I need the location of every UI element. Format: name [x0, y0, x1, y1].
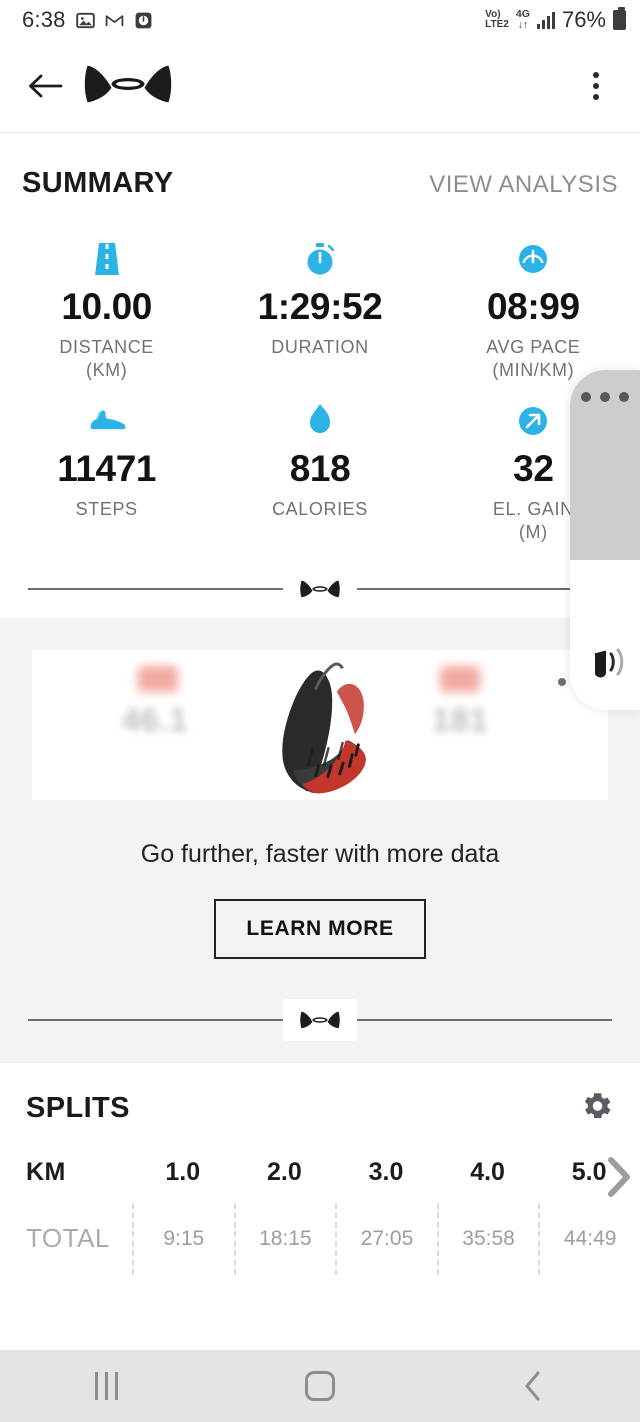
clock-icon: [134, 11, 153, 30]
speedometer-icon: [516, 240, 550, 278]
chevron-right-icon[interactable]: [602, 1154, 636, 1205]
splits-row-header: TOTAL: [26, 1223, 110, 1254]
section-divider-top: [0, 560, 640, 618]
splits-row-header: KM: [26, 1157, 66, 1186]
metric-label: EL. GAIN (M): [492, 498, 574, 542]
running-shoe-image: [206, 650, 433, 800]
metric-value: 08:99: [487, 286, 580, 327]
blurred-logo-left: [138, 665, 178, 692]
splits-total-row: TOTAL 9:15 18:15 27:05 35:58 44:49: [0, 1202, 640, 1275]
edge-panel-body[interactable]: [570, 560, 640, 710]
drag-dots-icon: [581, 392, 629, 402]
divider-line-left: [28, 1018, 283, 1021]
metric-value: 11471: [57, 447, 157, 489]
recents-icon[interactable]: [62, 1350, 152, 1422]
metric-value: 818: [289, 447, 351, 489]
metric-value: 10.00: [61, 286, 152, 327]
metric-steps: 11471 STEPS: [0, 388, 213, 550]
metric-label: AVG PACE (MIN/KM): [486, 336, 581, 380]
blurred-caption-left: [104, 742, 126, 757]
app-bar: [0, 40, 640, 133]
learn-more-button[interactable]: LEARN MORE: [214, 898, 426, 959]
edge-panel[interactable]: [570, 370, 640, 710]
gmail-icon: [105, 11, 124, 30]
metric-calories: 818 CALORIES: [213, 388, 426, 550]
network-type-icon: 4G ↓↑: [515, 8, 530, 31]
back-icon[interactable]: [488, 1350, 578, 1422]
metric-label: DISTANCE (KM): [59, 336, 154, 380]
battery-percent: 76%: [561, 7, 606, 32]
home-icon[interactable]: [275, 1350, 365, 1422]
splits-header: SPLITS: [0, 1089, 640, 1128]
back-arrow-icon[interactable]: [22, 63, 68, 109]
promo-media: 46.1 181: [32, 649, 608, 800]
splits-section: SPLITS KM 1.0 2.0 3.0 4.0 5.0 TOTAL 9:15…: [0, 1062, 640, 1275]
metric-avg-pace: 08:99 AVG PACE (MIN/KM): [427, 226, 640, 388]
divider-line-left: [28, 587, 283, 590]
under-armour-logo: [82, 60, 174, 113]
blurred-stat-right: 181: [432, 701, 489, 738]
metric-value: 1:29:52: [257, 286, 383, 327]
split-km-cell: 2.0: [267, 1157, 302, 1186]
metric-label: DURATION: [271, 336, 369, 357]
road-icon: [90, 240, 124, 278]
metric-duration: 1:29:52 DURATION: [213, 226, 426, 388]
divider-line-right: [357, 1018, 612, 1021]
split-km-cell: 1.0: [165, 1157, 201, 1186]
promo-headline: Go further, faster with more data: [140, 839, 500, 868]
battery-icon: [613, 7, 626, 30]
splits-table[interactable]: KM 1.0 2.0 3.0 4.0 5.0 TOTAL 9:15 18:15 …: [0, 1156, 640, 1275]
blurred-stat-left: 46.1: [122, 701, 189, 738]
under-armour-logo: [283, 578, 357, 600]
metric-label: STEPS: [75, 498, 138, 519]
status-bar-right: Vo) LTE2 4G ↓↑ 76%: [485, 7, 626, 33]
split-km-cell: 3.0: [368, 1157, 404, 1186]
gear-icon[interactable]: [580, 1089, 614, 1128]
shoe-icon: [87, 402, 127, 440]
metrics-row-2: 11471 STEPS 818 CALORIES 32 EL. GAIN (M): [0, 388, 640, 550]
page-title: SUMMARY: [22, 167, 174, 199]
split-total-cell: 35:58: [436, 1202, 539, 1275]
view-analysis-link[interactable]: VIEW ANALYSIS: [429, 171, 618, 199]
section-divider-bottom: [0, 984, 640, 1063]
metrics-grid: 10.00 DISTANCE (KM) 1:29:52 DURATION 08:…: [0, 200, 640, 560]
photos-icon: [75, 11, 95, 30]
volte-icon: Vo) LTE2: [485, 8, 509, 30]
music-note-icon[interactable]: [582, 643, 628, 688]
split-km-cell: 4.0: [470, 1157, 505, 1186]
system-nav-bar: [0, 1350, 640, 1422]
split-total-cell: 27:05: [335, 1202, 437, 1275]
under-armour-logo: [283, 998, 357, 1041]
summary-header: SUMMARY VIEW ANALYSIS: [0, 133, 640, 200]
metric-distance: 10.00 DISTANCE (KM): [0, 226, 213, 388]
split-total-cell: 18:15: [233, 1202, 336, 1275]
status-clock: 6:38: [22, 7, 66, 32]
kebab-menu-icon[interactable]: [574, 63, 618, 109]
metric-value: 32: [513, 447, 554, 489]
promo-card[interactable]: 46.1 181 Go further, faster with more da…: [0, 617, 640, 985]
status-bar: 6:38 Vo) LTE2 4G ↓↑ 76%: [0, 0, 640, 40]
elevation-arrow-icon: [516, 402, 550, 440]
metric-label: CALORIES: [272, 498, 368, 519]
split-total-cell: 44:49: [538, 1202, 640, 1275]
stopwatch-icon: [303, 240, 337, 278]
metrics-row-1: 10.00 DISTANCE (KM) 1:29:52 DURATION 08:…: [0, 226, 640, 388]
split-total-cell: 9:15: [132, 1202, 234, 1275]
splits-title: SPLITS: [26, 1091, 130, 1124]
splits-km-row: KM 1.0 2.0 3.0 4.0 5.0: [0, 1158, 640, 1203]
status-bar-left: 6:38: [22, 7, 153, 33]
edge-panel-handle[interactable]: [570, 370, 640, 560]
flame-icon: [307, 402, 333, 440]
signal-strength-icon: [536, 11, 555, 29]
blurred-logo-right: [440, 665, 480, 692]
